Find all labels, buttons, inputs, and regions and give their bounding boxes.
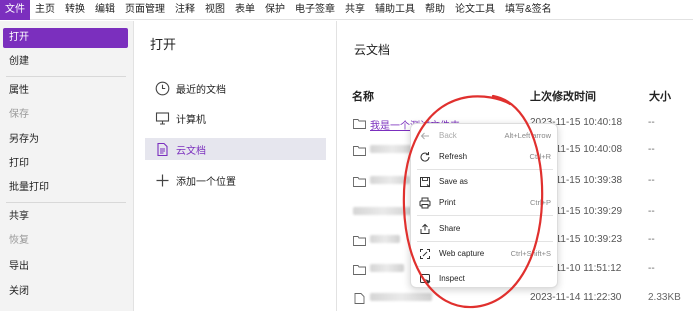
nav-print[interactable]: 打印 xyxy=(3,154,128,174)
menu-home[interactable]: 主页 xyxy=(30,0,60,20)
file-size: -- xyxy=(648,144,655,155)
nav-share[interactable]: 共享 xyxy=(3,207,128,227)
menu-file[interactable]: 文件 xyxy=(0,0,30,20)
menu-help[interactable]: 帮助 xyxy=(420,0,450,20)
plus-icon xyxy=(155,173,170,188)
folder-icon xyxy=(353,146,366,156)
folder-icon xyxy=(353,236,366,246)
file-size: 2.33KB xyxy=(648,292,681,303)
clock-icon xyxy=(155,81,170,96)
menu-bar: 文件 主页 转换 编辑 页面管理 注释 视图 表单 保护 电子签章 共享 辅助工… xyxy=(0,0,693,20)
folder-icon xyxy=(353,265,366,275)
menu-annotate[interactable]: 注释 xyxy=(170,0,200,20)
file-size: -- xyxy=(648,234,655,245)
backstage-nav: 打开 创建 属性 保存 另存为 打印 批量打印 共享 恢复 导出 关闭 xyxy=(0,21,134,311)
location-label: 计算机 xyxy=(176,114,206,126)
menu-accessibility[interactable]: 辅助工具 xyxy=(370,0,420,20)
location-cloud-docs[interactable]: 云文档 xyxy=(145,138,326,160)
location-label: 云文档 xyxy=(176,145,206,157)
folder-icon xyxy=(353,177,366,187)
nav-divider xyxy=(6,76,126,77)
nav-save[interactable]: 保存 xyxy=(3,105,128,125)
nav-batch-print[interactable]: 批量打印 xyxy=(3,178,128,198)
file-size: -- xyxy=(648,263,655,274)
column-header-name[interactable]: 名称 xyxy=(352,88,374,104)
menu-paper-tools[interactable]: 论文工具 xyxy=(450,0,500,20)
folder-icon xyxy=(353,119,366,129)
menu-fill-sign[interactable]: 填写&签名 xyxy=(500,0,557,20)
nav-open[interactable]: 打开 xyxy=(3,28,128,48)
location-recent[interactable]: 最近的文档 xyxy=(145,77,326,99)
menu-edit[interactable]: 编辑 xyxy=(90,0,120,20)
file-size: -- xyxy=(648,117,655,128)
menu-protect[interactable]: 保护 xyxy=(260,0,290,20)
pane-title: 打开 xyxy=(150,37,177,52)
nav-export[interactable]: 导出 xyxy=(3,257,128,277)
nav-close[interactable]: 关闭 xyxy=(3,282,128,302)
location-label: 添加一个位置 xyxy=(176,176,236,188)
menu-convert[interactable]: 转换 xyxy=(60,0,90,20)
location-add[interactable]: 添加一个位置 xyxy=(145,169,326,191)
file-name-redacted[interactable] xyxy=(370,234,400,245)
location-label: 最近的文档 xyxy=(176,84,226,96)
menu-share[interactable]: 共享 xyxy=(340,0,370,20)
location-computer[interactable]: 计算机 xyxy=(145,107,326,129)
column-header-size[interactable]: 大小 xyxy=(649,88,671,104)
nav-create[interactable]: 创建 xyxy=(3,52,128,72)
nav-divider xyxy=(6,202,126,203)
menu-e-signature[interactable]: 电子签章 xyxy=(290,0,340,20)
pane-title: 云文档 xyxy=(354,43,391,57)
document-icon xyxy=(354,293,365,304)
menu-form[interactable]: 表单 xyxy=(230,0,260,20)
file-size: -- xyxy=(648,175,655,186)
menu-page-management[interactable]: 页面管理 xyxy=(120,0,170,20)
cloud-document-icon xyxy=(155,142,170,157)
open-locations-pane: 打开 最近的文档 计算机 云文档 添加一个位置 xyxy=(135,21,337,311)
nav-save-as[interactable]: 另存为 xyxy=(3,130,128,150)
menu-view[interactable]: 视图 xyxy=(200,0,230,20)
nav-restore[interactable]: 恢复 xyxy=(3,231,128,251)
nav-properties[interactable]: 属性 xyxy=(3,81,128,101)
red-ellipse-annotation xyxy=(402,94,544,309)
computer-icon xyxy=(155,111,170,126)
file-size: -- xyxy=(648,206,655,217)
